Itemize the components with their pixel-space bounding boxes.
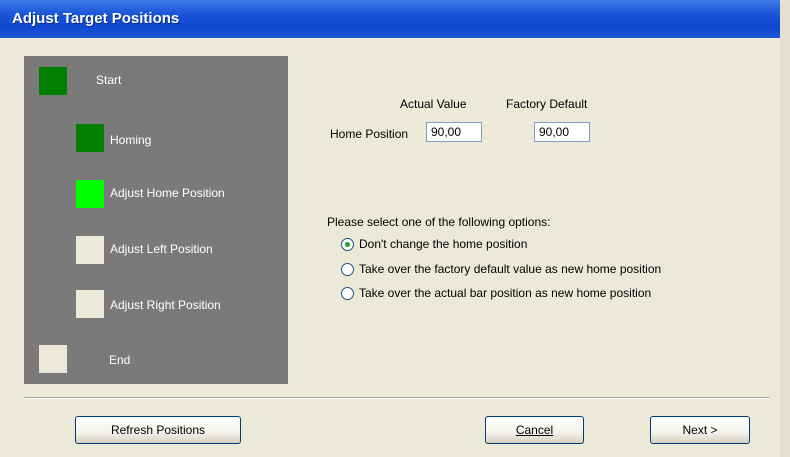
home-position-label: Home Position: [330, 127, 409, 141]
step-label: Homing: [110, 133, 152, 147]
step-label: Start: [96, 73, 122, 87]
cancel-button[interactable]: Cancel: [485, 416, 584, 444]
radio-use-actual-bar-position[interactable]: Take over the actual bar position as new…: [341, 284, 651, 302]
title-bar[interactable]: Adjust Target Positions: [0, 0, 780, 38]
factory-default-header: Factory Default: [506, 97, 588, 111]
wizard-steps-panel: Start Homing Adjust Home Position Adjust…: [24, 56, 288, 384]
radio-keep-home-position[interactable]: Don't change the home position: [341, 235, 527, 253]
separator-line: [24, 397, 770, 399]
factory-default-field[interactable]: [534, 122, 590, 142]
radio-selected-dot: [345, 241, 350, 247]
step-label: Adjust Home Position: [110, 186, 225, 200]
cancel-label: Cancel: [515, 423, 554, 437]
radio-button[interactable]: [341, 262, 354, 276]
step-label: Adjust Left Position: [110, 242, 213, 256]
radio-label[interactable]: Take over the actual bar position as new…: [359, 286, 651, 300]
refresh-positions-label: Refresh Positions: [110, 423, 206, 437]
radio-button[interactable]: [341, 237, 354, 251]
next-label: Next >: [682, 423, 718, 437]
radio-button[interactable]: [341, 286, 354, 300]
step-status-indicator: [39, 67, 67, 95]
next-button[interactable]: Next >: [650, 416, 750, 444]
step-status-indicator: [76, 236, 104, 264]
step-status-indicator: [76, 290, 104, 318]
window-edge: [780, 0, 790, 457]
step-status-indicator: [76, 180, 104, 208]
radio-use-factory-default[interactable]: Take over the factory default value as n…: [341, 260, 661, 278]
radio-label[interactable]: Don't change the home position: [359, 237, 527, 251]
options-prompt: Please select one of the following optio…: [327, 215, 551, 229]
step-status-indicator: [39, 345, 67, 373]
step-label: End: [109, 353, 131, 367]
refresh-positions-button[interactable]: Refresh Positions: [75, 416, 241, 444]
actual-value-field[interactable]: [426, 122, 482, 142]
step-status-indicator: [76, 124, 104, 152]
window-title: Adjust Target Positions: [12, 10, 180, 27]
actual-value-header: Actual Value: [400, 97, 467, 111]
step-label: Adjust Right Position: [110, 298, 221, 312]
radio-label[interactable]: Take over the factory default value as n…: [359, 262, 661, 276]
